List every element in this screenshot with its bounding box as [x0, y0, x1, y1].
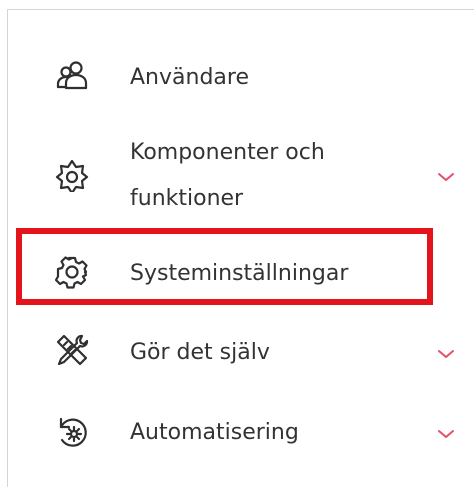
menu-item-label: Automatisering: [130, 420, 299, 445]
gear-icon: [55, 255, 89, 289]
menu-item-system-settings[interactable]: Systeminställningar: [8, 242, 474, 302]
menu-item-components-functions[interactable]: Komponenter och funktioner: [8, 120, 474, 230]
chevron-down-icon[interactable]: [436, 170, 456, 184]
menu-item-label: Systeminställningar: [130, 261, 349, 286]
tools-icon: [55, 333, 89, 367]
menu-item-label: Gör det själv: [130, 340, 270, 365]
automation-icon: [55, 415, 89, 449]
menu-item-automation[interactable]: Automatisering: [8, 403, 474, 463]
chevron-down-icon[interactable]: [436, 427, 456, 441]
user-group-icon: [55, 59, 89, 93]
chevron-down-icon[interactable]: [436, 347, 456, 361]
menu-item-users[interactable]: Användare: [8, 46, 474, 106]
settings-menu-panel: Användare Komponenter och funktioner Sys…: [7, 9, 474, 487]
flower-gear-icon: [55, 158, 89, 192]
menu-item-label: Användare: [130, 65, 249, 90]
menu-item-diy[interactable]: Gör det själv: [8, 325, 474, 385]
menu-item-label: Komponenter och funktioner: [130, 140, 325, 211]
